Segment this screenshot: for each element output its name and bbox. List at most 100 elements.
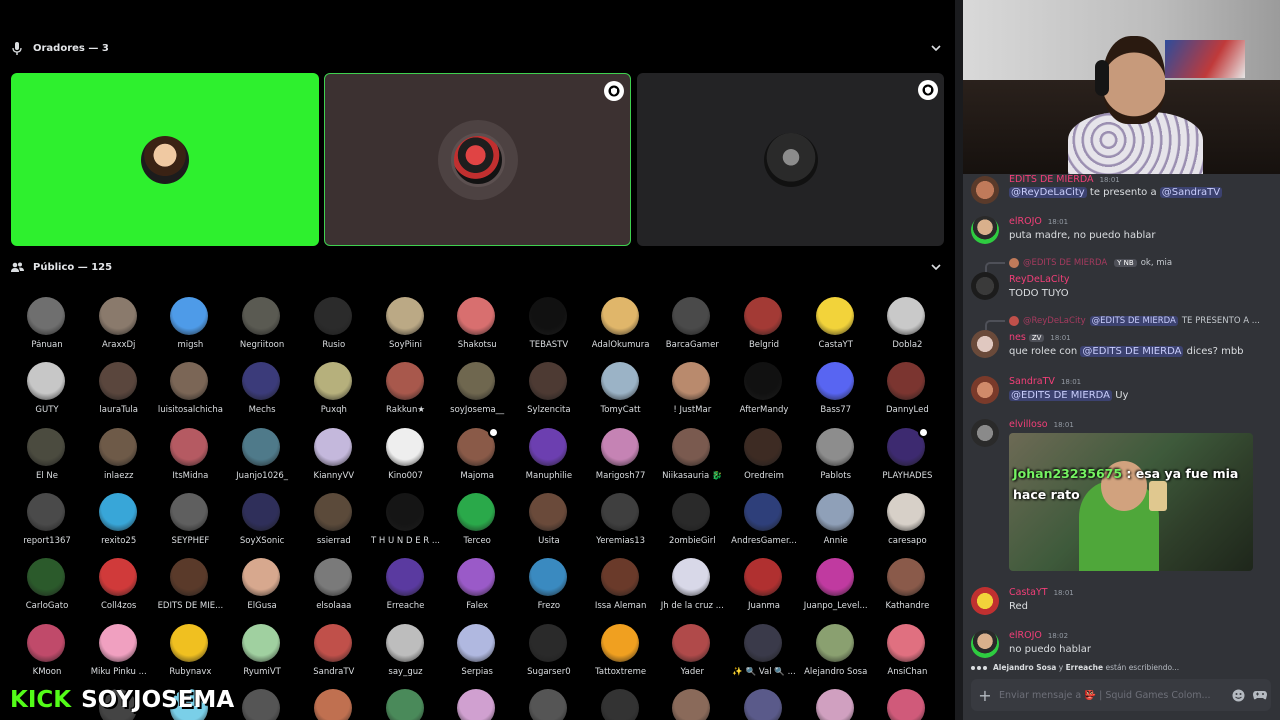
audience-member[interactable]: Serpias	[441, 620, 513, 680]
audience-member[interactable]: Dobla2	[871, 293, 943, 353]
audience-member[interactable]: Sugarser0	[513, 620, 585, 680]
audience-member-partial[interactable]	[871, 685, 943, 720]
audience-member[interactable]: Juanpo_Level...	[800, 554, 872, 614]
audience-member[interactable]: Miku Pinku ...	[83, 620, 155, 680]
author-name[interactable]: elROJO	[1009, 216, 1042, 227]
mention[interactable]: @ReyDeLaCity	[1009, 187, 1087, 198]
author-name[interactable]: EDITS DE MIERDA	[1009, 174, 1094, 185]
audience-member[interactable]: T H U N D E R ...	[370, 489, 442, 549]
speaker-tile-1[interactable]	[11, 73, 319, 246]
audience-member[interactable]: RyumiVT	[226, 620, 298, 680]
audience-member[interactable]: AfterMandy	[728, 358, 800, 418]
author-name[interactable]: ReyDeLaCity	[1009, 274, 1070, 285]
message-input[interactable]: Enviar mensaje a 👺 | Squid Games Colom..…	[999, 690, 1227, 701]
audience-member[interactable]: Juanjo1026_	[226, 424, 298, 484]
audience-member[interactable]: Mechs	[226, 358, 298, 418]
audience-member[interactable]: BarcaGamer	[656, 293, 728, 353]
audience-member[interactable]: Issa Aleman	[585, 554, 657, 614]
audience-member[interactable]: Belgrid	[728, 293, 800, 353]
audience-member[interactable]: KiannyVV	[298, 424, 370, 484]
audience-member-partial[interactable]	[585, 685, 657, 720]
audience-member[interactable]: Frezo	[513, 554, 585, 614]
audience-member-partial[interactable]	[800, 685, 872, 720]
audience-member[interactable]: KMoon	[11, 620, 83, 680]
audience-member[interactable]: AnsiChan	[871, 620, 943, 680]
audience-member[interactable]: SoyPiini	[370, 293, 442, 353]
gamepad-icon[interactable]	[1249, 685, 1271, 705]
audience-member[interactable]: Sylzencita	[513, 358, 585, 418]
audience-member[interactable]: Coll4zos	[83, 554, 155, 614]
audience-member[interactable]: DannyLed	[871, 358, 943, 418]
audience-member[interactable]: Terceo	[441, 489, 513, 549]
audience-member[interactable]: elsolaaa	[298, 554, 370, 614]
audience-member[interactable]: Yader	[656, 620, 728, 680]
audience-member[interactable]: Kino007	[370, 424, 442, 484]
user-avatar[interactable]	[971, 587, 999, 615]
audience-member[interactable]: luisitosalchicha	[154, 358, 226, 418]
emoji-icon[interactable]	[1227, 685, 1249, 705]
audience-member[interactable]: Rubynavx	[154, 620, 226, 680]
audience-member-partial[interactable]	[298, 685, 370, 720]
mention[interactable]: @EDITS DE MIERDA	[1080, 346, 1184, 357]
audience-member[interactable]: ✨ 🔍 Val 🔍 ...	[728, 620, 800, 680]
author-name[interactable]: CastaYT	[1009, 587, 1048, 598]
audience-member[interactable]: AraxxDj	[83, 293, 155, 353]
audience-member[interactable]: SandraTV	[298, 620, 370, 680]
audience-member[interactable]: Tattoxtreme	[585, 620, 657, 680]
audience-member-partial[interactable]	[441, 685, 513, 720]
mention[interactable]: @SandraTV	[1159, 187, 1223, 198]
audience-member[interactable]: AndresGamer...	[728, 489, 800, 549]
audience-member[interactable]: ItsMidna	[154, 424, 226, 484]
user-avatar[interactable]	[971, 376, 999, 404]
audience-member-partial[interactable]	[370, 685, 442, 720]
audience-member[interactable]: ssierrad	[298, 489, 370, 549]
audience-member[interactable]: 2ombieGirl	[656, 489, 728, 549]
user-avatar[interactable]	[971, 216, 999, 244]
audience-member[interactable]: Annie	[800, 489, 872, 549]
audience-member[interactable]: Marigosh77	[585, 424, 657, 484]
audience-member[interactable]: Puxqh	[298, 358, 370, 418]
audience-member[interactable]: GUTY	[11, 358, 83, 418]
audience-member[interactable]: lauraTula	[83, 358, 155, 418]
chevron-down-icon[interactable]	[929, 41, 943, 55]
audience-member[interactable]: Alejandro Sosa	[800, 620, 872, 680]
audience-member[interactable]: El Ñe	[11, 424, 83, 484]
audience-member[interactable]: inlaezz	[83, 424, 155, 484]
audience-member[interactable]: Shakotsu	[441, 293, 513, 353]
author-name[interactable]: elROJO	[1009, 630, 1042, 641]
audience-member[interactable]: soyJosema__	[441, 358, 513, 418]
audience-member[interactable]: Falex	[441, 554, 513, 614]
audience-member[interactable]: say_guz	[370, 620, 442, 680]
audience-member[interactable]: PLAYHADES	[871, 424, 943, 484]
audience-member[interactable]: TEBASTV	[513, 293, 585, 353]
user-avatar[interactable]	[971, 176, 999, 204]
message-composer[interactable]: + Enviar mensaje a 👺 | Squid Games Colom…	[971, 679, 1271, 711]
audience-member[interactable]: Rusio	[298, 293, 370, 353]
audience-member[interactable]: migsh	[154, 293, 226, 353]
audience-member-partial[interactable]	[226, 685, 298, 720]
audience-member[interactable]: rexito25	[83, 489, 155, 549]
audience-member[interactable]: Jh de la cruz ...	[656, 554, 728, 614]
reply-preview[interactable]: @ReyDeLaCity @EDITS DE MIERDA TE PRESENT…	[985, 316, 1260, 330]
author-name[interactable]: elvilloso	[1009, 419, 1048, 430]
message-author[interactable]: elvilloso 18:01	[1009, 419, 1074, 430]
audience-member[interactable]: Usita	[513, 489, 585, 549]
audience-member[interactable]: SoyXSonic	[226, 489, 298, 549]
audience-member[interactable]: Yeremias13	[585, 489, 657, 549]
audience-header[interactable]: Público — 125	[10, 257, 945, 277]
message-author[interactable]: CastaYT 18:01	[1009, 587, 1074, 598]
audience-member[interactable]: CarloGato	[11, 554, 83, 614]
add-attachment-icon[interactable]: +	[971, 686, 999, 705]
audience-member[interactable]: report1367	[11, 489, 83, 549]
audience-member-partial[interactable]	[728, 685, 800, 720]
audience-member[interactable]: Juanma	[728, 554, 800, 614]
speakers-header[interactable]: Oradores — 3	[10, 38, 945, 58]
audience-member[interactable]: TomyCatt	[585, 358, 657, 418]
audience-member[interactable]: CastaYT	[800, 293, 872, 353]
audience-member[interactable]: Kathandre	[871, 554, 943, 614]
mention[interactable]: @EDITS DE MIERDA	[1009, 390, 1113, 401]
reply-preview[interactable]: @EDITS DE MIERDA Y NB ok, mia	[985, 258, 1172, 272]
message-author[interactable]: ReyDeLaCity	[1009, 274, 1070, 285]
audience-member[interactable]: Oredreim	[728, 424, 800, 484]
author-name[interactable]: nes	[1009, 332, 1026, 343]
